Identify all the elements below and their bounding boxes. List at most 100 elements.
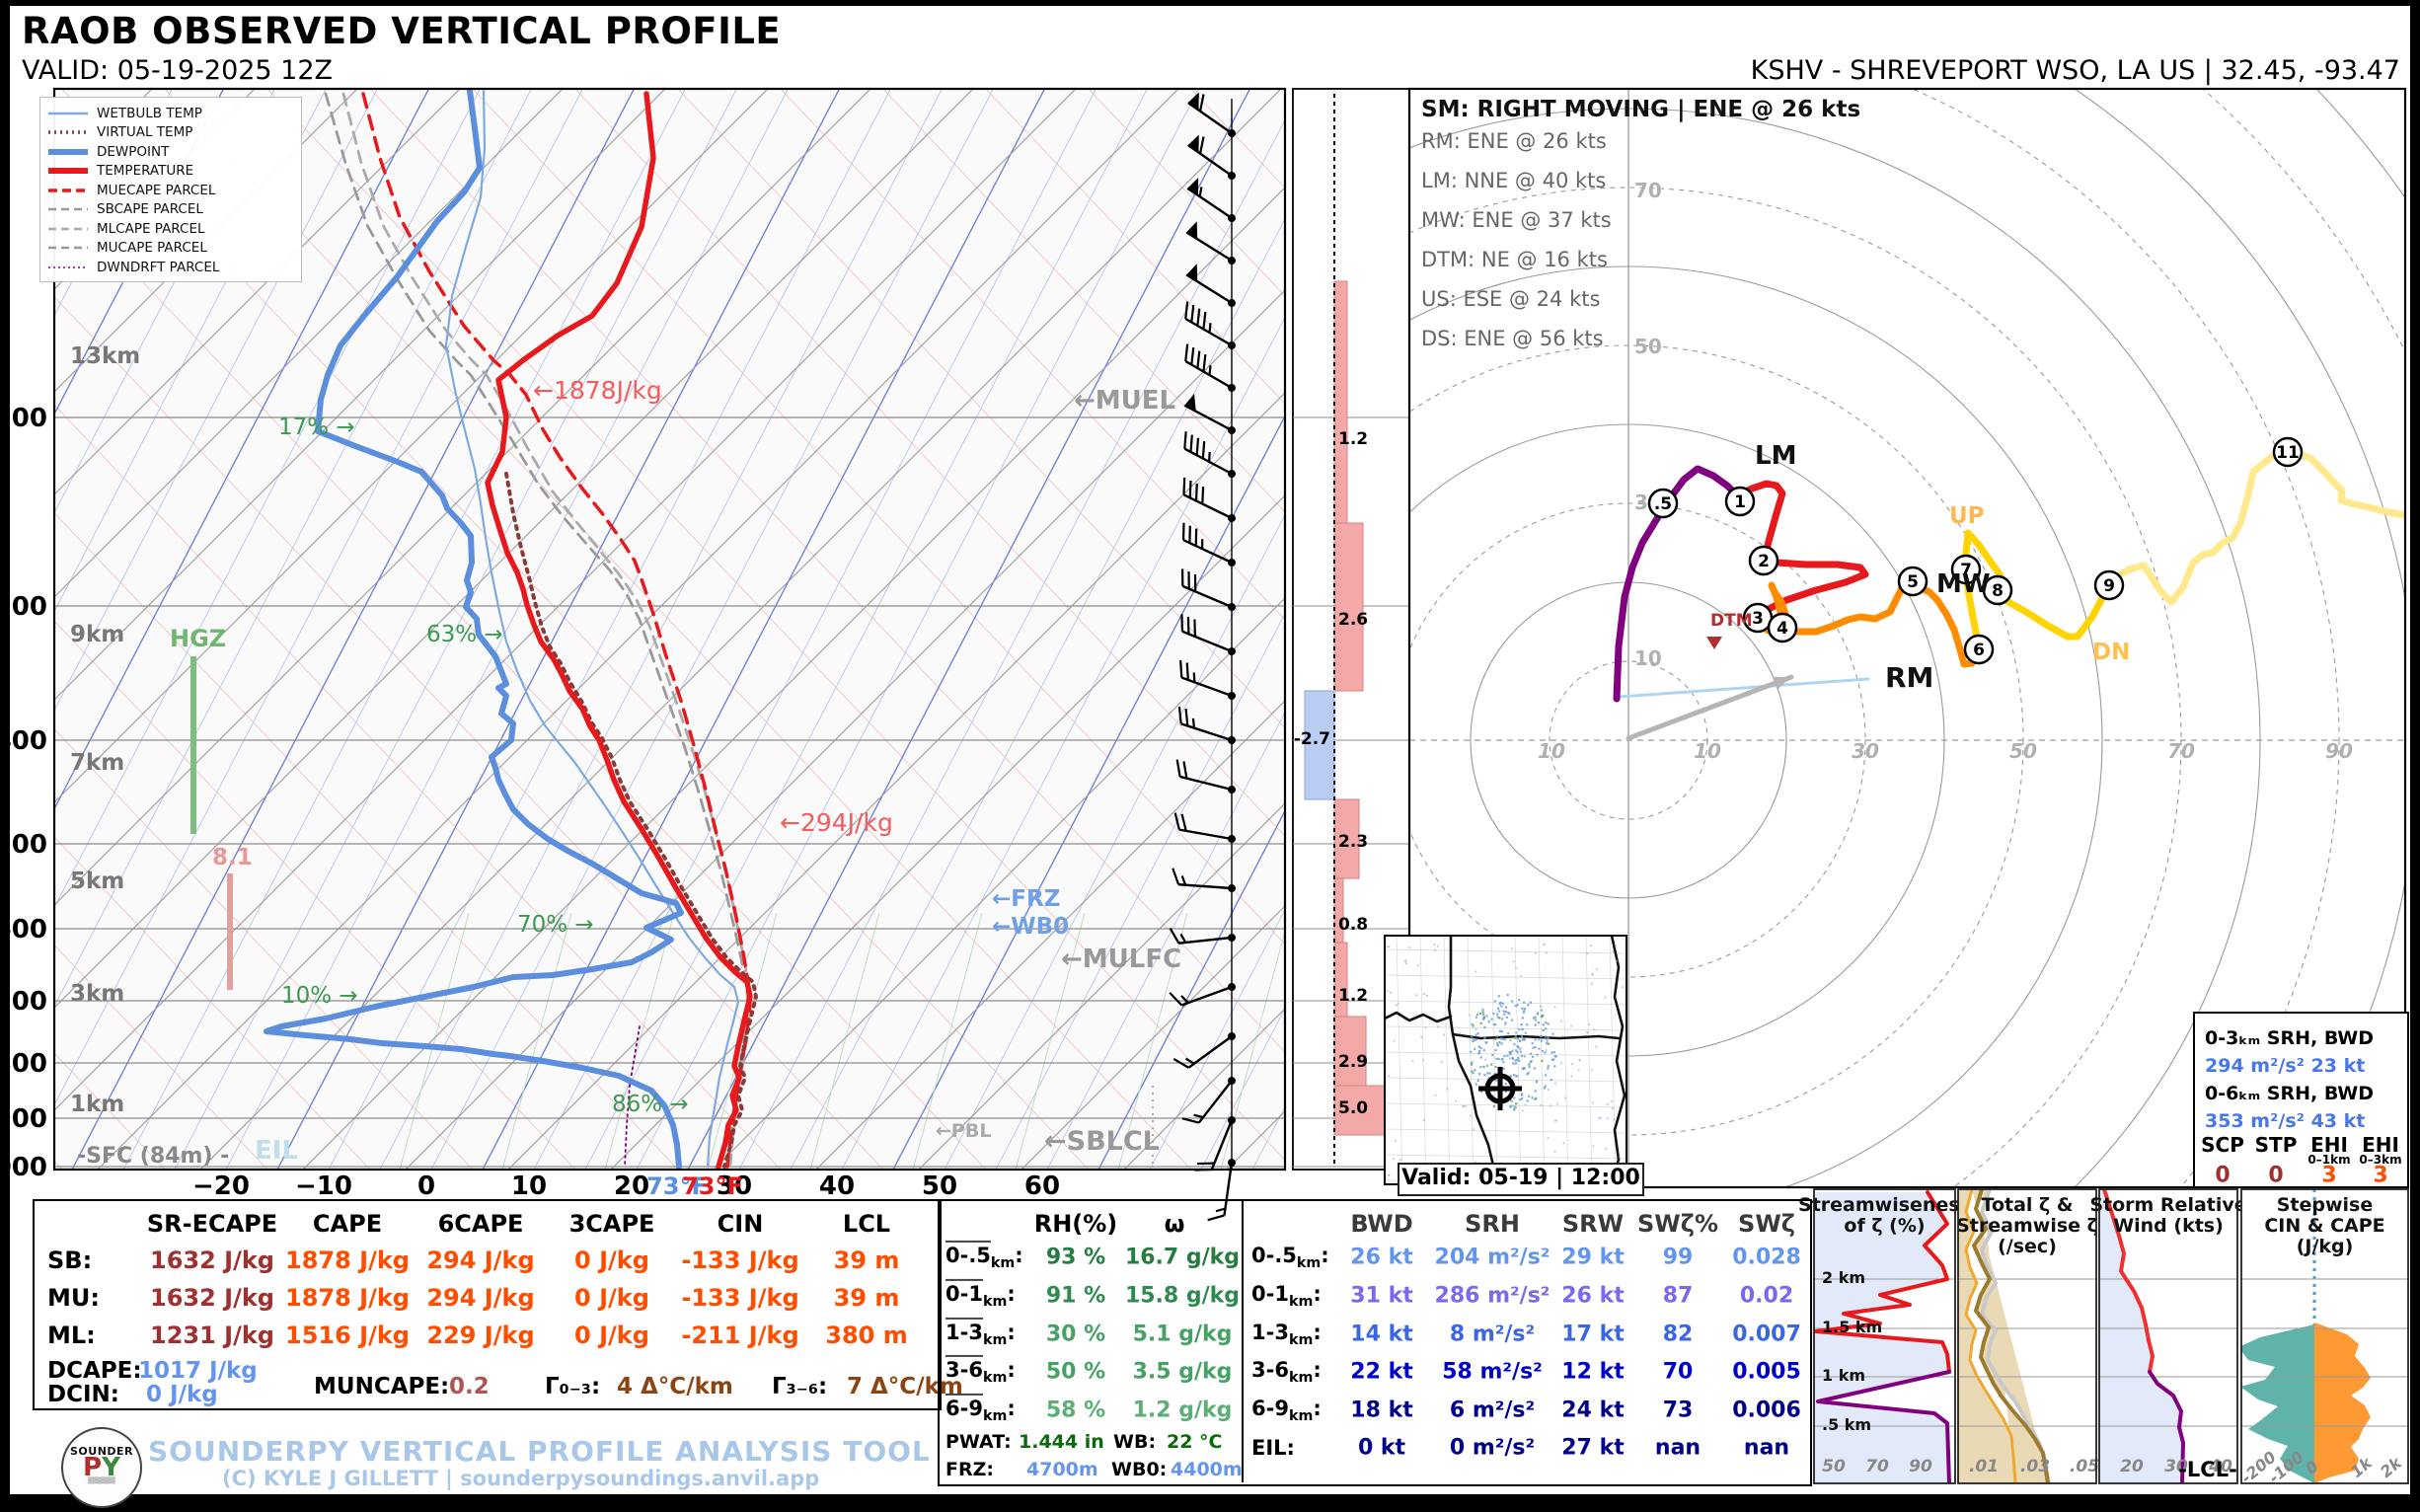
skewt-annotation: ←294J/kg [780, 808, 893, 837]
skewt-annotation: HGZ [170, 625, 226, 652]
table-cell: MUNCAPE: [314, 1374, 449, 1399]
legend-label: DWNDRFT PARCEL [97, 260, 219, 275]
omega-value: 5.0 [1338, 1098, 1368, 1118]
panel-title: of ζ (%) [1844, 1215, 1925, 1237]
table-cell: 70 [1663, 1360, 1694, 1385]
pressure-label: 300 [10, 592, 47, 622]
table-cell: 14 kt [1350, 1323, 1412, 1347]
table-cell: 24 kt [1561, 1399, 1624, 1423]
ring-label: 30 [1852, 739, 1879, 763]
temp-tick: 50 [922, 1172, 957, 1201]
legend-item: MUECAPE PARCEL [48, 181, 293, 200]
svg-text:.5: .5 [1654, 494, 1672, 514]
panel-tick: 90 [1909, 1457, 1932, 1476]
panel-total-zeta: Total ζ &Streamwise ζ(/sec).01.03.05 [1956, 1189, 2099, 1483]
table-cell: 0 J/kg [574, 1247, 649, 1274]
height-label: 9km [70, 622, 124, 647]
pressure-label: 500 [10, 830, 47, 860]
legend-item: TEMPERATURE [48, 162, 293, 182]
table-cell: 17 kt [1561, 1323, 1624, 1347]
table-cell: 294 J/kg [426, 1247, 534, 1274]
map-valid-badge: Valid: 05-19 | 12:00 [1398, 1163, 1644, 1196]
table-cell: Γ₀₋₃: [545, 1374, 600, 1399]
hodo-marker: 1 [1726, 488, 1754, 515]
pressure-label: 800 [10, 1049, 47, 1079]
table-cell: Γ₃₋₆: [772, 1374, 827, 1399]
table-cell: 3-6km: [1251, 1358, 1322, 1386]
table-cell: 0.028 [1732, 1246, 1801, 1270]
table-cell: 0-3ₖₘ SRH, BWD [2205, 1027, 2374, 1049]
table-cell: 39 m [834, 1247, 900, 1274]
table-cell: 0-1km: [1251, 1282, 1322, 1310]
table-cell: nan [1744, 1436, 1789, 1461]
legend-label: SBCAPE PARCEL [97, 201, 203, 217]
panel-title: Stepwise [2277, 1194, 2374, 1216]
panel-tick: 20 [2120, 1457, 2144, 1476]
pressure-label: 700 [10, 987, 47, 1017]
table-cell: 229 J/kg [426, 1322, 534, 1349]
table-cell: 0-.5km: [1251, 1244, 1329, 1271]
hodo-marker: 2 [1750, 547, 1777, 574]
table-cell: ML: [47, 1322, 96, 1349]
surface-temp-label: 73°F [682, 1172, 743, 1200]
hodo-label: UP [1949, 503, 1985, 529]
table-cell: 0.005 [1732, 1360, 1801, 1385]
table-cell: 0.02 [1740, 1284, 1793, 1309]
legend-label: MUECAPE PARCEL [97, 183, 215, 198]
skewt-annotation: ←WB0 [992, 914, 1069, 940]
hodo-marker: 4 [1769, 614, 1796, 642]
panel-title: Streamwise ζ [1956, 1215, 2098, 1237]
omega-value: 2.9 [1338, 1052, 1368, 1072]
omega-value: 1.2 [1338, 429, 1368, 449]
height-label: 1km [70, 1092, 124, 1117]
pressure-label: 600 [10, 915, 47, 945]
table-cell: 26 kt [1561, 1284, 1624, 1309]
table-cell: 6CAPE [438, 1210, 524, 1238]
ring-label: 90 [2325, 739, 2353, 763]
svg-text:4: 4 [1777, 619, 1788, 639]
skewt-annotation: ←PBL [936, 1120, 991, 1142]
motion-text: LM: NNE @ 40 kts [1421, 169, 1606, 192]
hodo-marker: 9 [2095, 571, 2123, 599]
skewt-annotation: EIL [255, 1136, 298, 1166]
logo-text-bottom: ▒▒▒▒▒▒ [63, 1477, 140, 1484]
table-cell: CAPE [313, 1210, 382, 1238]
temp-tick: 20 [614, 1172, 649, 1201]
table-cell: 0.007 [1732, 1323, 1801, 1347]
table-cell: 1231 J/kg [150, 1322, 274, 1349]
panel-storm-relative-wind: Storm RelativeWind (kts)203040 [2089, 1189, 2246, 1483]
table-cell: 0 [2268, 1164, 2283, 1188]
table-cell: 0 m²/s² [1450, 1436, 1535, 1461]
svg-text:5: 5 [1907, 572, 1919, 592]
skewt-annotation: -SFC (84m) - [77, 1144, 229, 1169]
hodo-marker: .5 [1649, 490, 1677, 517]
motion-text: MW: ENE @ 37 kts [1421, 208, 1612, 232]
omega-bar [1334, 281, 1347, 523]
skewt-annotation: ←1878J/kg [533, 376, 662, 405]
table-cell: -133 J/kg [681, 1247, 798, 1274]
legend-label: MLCAPE PARCEL [97, 221, 205, 237]
table-cell: 3CAPE [569, 1210, 655, 1238]
table-cell: 1632 J/kg [150, 1284, 274, 1312]
skewt-annotation: ←SBLCL [1044, 1126, 1160, 1157]
pressure-label: 400 [10, 726, 47, 756]
height-label: 13km [70, 343, 140, 369]
panel-tick: .01 [1969, 1457, 1999, 1476]
table-cell: -133 J/kg [681, 1284, 798, 1312]
table-cell: SB: [47, 1247, 92, 1274]
skewt-legend: WETBULB TEMPVIRTUAL TEMPDEWPOINTTEMPERAT… [39, 97, 302, 282]
skewt-annotation: ←FRZ [992, 886, 1060, 912]
table-cell: 1632 J/kg [150, 1247, 274, 1274]
omega-value: -2.7 [1294, 729, 1330, 749]
table-cell: -211 J/kg [681, 1322, 798, 1349]
legend-label: VIRTUAL TEMP [97, 124, 192, 140]
svg-text:2: 2 [1758, 552, 1770, 571]
panel-title: (J/kg) [2297, 1236, 2354, 1257]
motion-text: DTM: NE @ 16 kts [1421, 248, 1608, 271]
table-cell: DCAPE: [47, 1358, 142, 1384]
table-cell: 31 kt [1350, 1284, 1412, 1309]
height-label: 5km [70, 869, 124, 894]
skewt-annotation: ←MULFC [1061, 945, 1181, 974]
table-cell: 0 J/kg [146, 1382, 218, 1407]
lcl-label: -LCL- [2178, 1458, 2237, 1481]
